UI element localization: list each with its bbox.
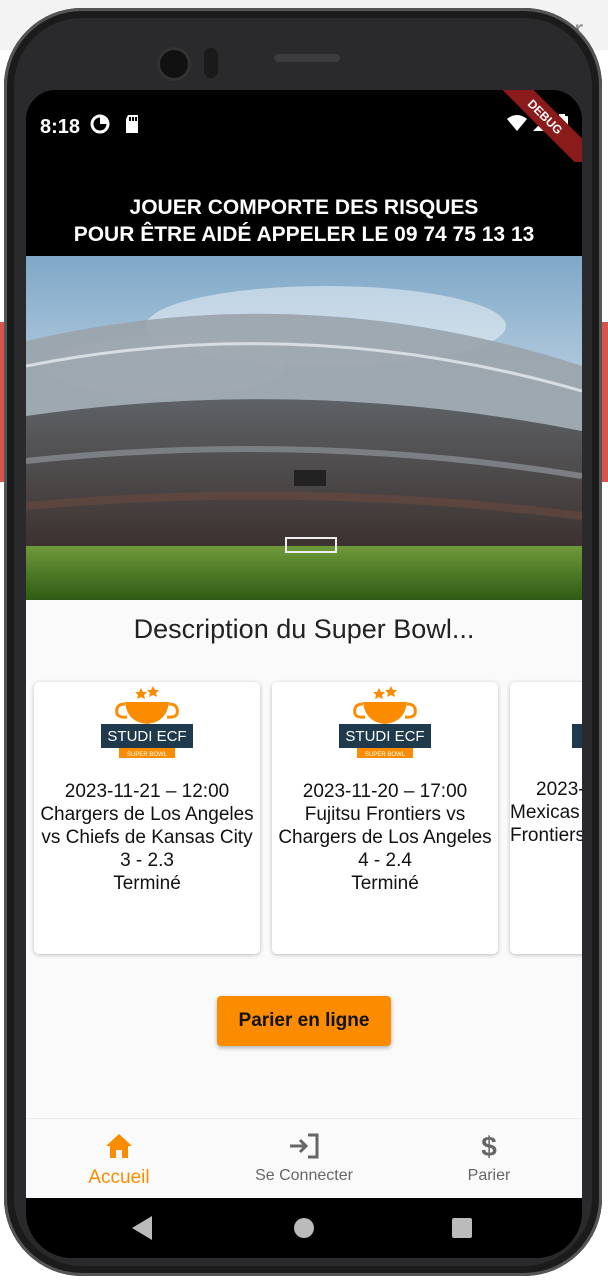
status-bar: 8:18 DEBUG [26, 90, 582, 178]
gambling-warning-banner: JOUER COMPORTE DES RISQUES POUR ÊTRE AID… [26, 162, 582, 256]
back-icon[interactable] [132, 1216, 152, 1240]
match-teams: Fujitsu Frontiers vs Chargers de Los Ang… [278, 804, 492, 848]
home-system-icon[interactable] [294, 1218, 314, 1238]
nav-item-bet[interactable]: $ Parier [396, 1129, 582, 1185]
proximity-sensor [204, 48, 218, 78]
studi-ecf-trophy-logo [572, 724, 582, 748]
earpiece-speaker [274, 54, 340, 62]
svg-text:$: $ [481, 1131, 497, 1161]
warning-line-2: POUR ÊTRE AIDÉ APPELER LE 09 74 75 13 13 [73, 223, 535, 246]
status-time: 8:18 [40, 116, 81, 138]
match-teams: Mexicas Frontiers [510, 802, 582, 846]
studi-ecf-trophy-logo: STUDI ECF SUPER BOWL [339, 686, 431, 758]
front-camera [160, 50, 188, 78]
login-icon [211, 1129, 397, 1163]
recents-icon[interactable] [452, 1218, 472, 1238]
phone-screen: 8:18 DEBUG JOUER COMPORTE DES RISQUES PO… [26, 90, 582, 1258]
studi-ecf-trophy-logo: STUDI ECF SUPER BOWL [101, 686, 193, 758]
svg-text:STUDI ECF: STUDI ECF [107, 728, 186, 745]
home-content: Description du Super Bowl... STUDI ECF S… [26, 600, 582, 1118]
svg-text:SUPER BOWL: SUPER BOWL [365, 752, 406, 758]
match-date: 2023- [536, 779, 582, 800]
match-card[interactable]: STUDI ECF SUPER BOWL 2023-11-21 – 12:00 … [34, 682, 260, 954]
data-saver-icon [90, 114, 110, 139]
dollar-icon: $ [396, 1129, 582, 1163]
match-card[interactable]: STUDI ECF SUPER BOWL 2023-11-20 – 17:00 … [272, 682, 498, 954]
match-teams: Chargers de Los Angeles vs Chiefs de Kan… [40, 804, 254, 848]
match-card-partial[interactable]: 2023- Mexicas Frontiers [510, 682, 582, 954]
nav-label: Accueil [88, 1167, 150, 1188]
svg-text:SUPER BOWL: SUPER BOWL [127, 752, 168, 758]
nav-label: Se Connecter [255, 1167, 353, 1184]
nav-item-login[interactable]: Se Connecter [211, 1129, 397, 1185]
system-navigation-bar [26, 1198, 582, 1258]
bet-online-button[interactable]: Parier en ligne [217, 996, 391, 1046]
warning-line-1: JOUER COMPORTE DES RISQUES [129, 196, 479, 219]
phone-frame: 8:18 DEBUG JOUER COMPORTE DES RISQUES PO… [4, 8, 602, 1276]
svg-text:STUDI ECF: STUDI ECF [345, 728, 424, 745]
match-date: 2023-11-20 – 17:00 [302, 781, 468, 802]
nav-label: Parier [467, 1167, 511, 1184]
stadium-hero-image [26, 256, 582, 600]
bottom-navigation: Accueil Se Connecter $ Parier [26, 1118, 582, 1199]
home-icon [26, 1129, 212, 1163]
match-status: Terminé [351, 873, 419, 894]
sd-card-icon [124, 114, 140, 139]
match-date: 2023-11-21 – 12:00 [64, 781, 230, 802]
match-status: Terminé [113, 873, 181, 894]
match-score: 4 - 2.4 [358, 850, 412, 871]
wifi-icon [506, 114, 528, 137]
nav-item-home[interactable]: Accueil [26, 1129, 212, 1189]
super-bowl-description: Description du Super Bowl... [133, 614, 475, 644]
match-score: 3 - 2.3 [120, 850, 174, 871]
